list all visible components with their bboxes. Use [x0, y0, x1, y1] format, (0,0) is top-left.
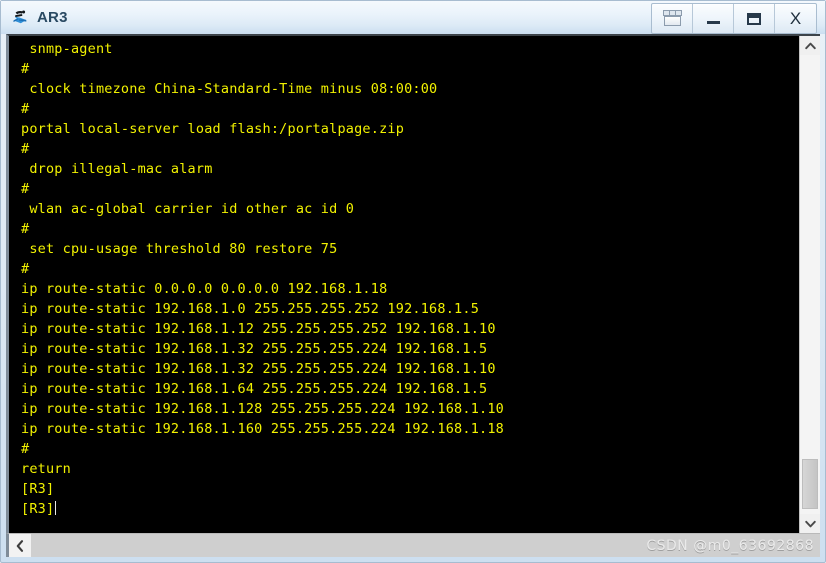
vertical-scroll-track[interactable]: [800, 55, 820, 514]
maximize-button[interactable]: [734, 4, 775, 33]
vertical-scrollbar[interactable]: [799, 36, 820, 533]
terminal-line: set cpu-usage threshold 80 restore 75: [21, 241, 338, 257]
scroll-up-button[interactable]: [800, 36, 820, 55]
watermark-text: CSDN @m0_63692868: [646, 537, 814, 554]
terminal-prompt-line[interactable]: [R3]: [11, 499, 799, 519]
window-title-bar[interactable]: AR3 X: [1, 1, 825, 34]
horizontal-scroll-track[interactable]: CSDN @m0_63692868: [32, 534, 820, 557]
terminal-window: AR3 X snmp-agent # clock timezone China-…: [0, 0, 826, 563]
minimize-button[interactable]: [693, 4, 734, 33]
terminal-line: ip route-static 192.168.1.160 255.255.25…: [21, 421, 505, 437]
terminal-line: ip route-static 192.168.1.12 255.255.255…: [21, 321, 496, 337]
terminal-line: ip route-static 192.168.1.128 255.255.25…: [21, 401, 505, 417]
text-cursor: [55, 501, 57, 515]
terminal-line: portal local-server load flash:/portalpa…: [21, 121, 405, 137]
terminal-prompt: [R3]: [21, 501, 55, 517]
terminal-line: #: [21, 441, 30, 457]
terminal-line: #: [21, 261, 30, 277]
terminal-line: ip route-static 192.168.1.0 255.255.255.…: [21, 301, 480, 317]
terminal-line: ip route-static 0.0.0.0 0.0.0.0 192.168.…: [21, 281, 388, 297]
terminal-line: ip route-static 192.168.1.32 255.255.255…: [21, 361, 496, 377]
terminal-output[interactable]: snmp-agent # clock timezone China-Standa…: [9, 36, 799, 533]
scroll-down-button[interactable]: [800, 514, 820, 533]
window-controls: X: [651, 3, 817, 34]
terminal-line: snmp-agent: [21, 41, 113, 57]
maximize-icon: [747, 12, 761, 25]
terminal-line: #: [21, 101, 30, 117]
minimize-icon: [706, 20, 720, 24]
tile-windows-icon: [662, 10, 682, 27]
terminal-line: return: [21, 461, 71, 477]
vertical-scroll-thumb[interactable]: [802, 458, 818, 510]
terminal-line: #: [21, 141, 30, 157]
terminal-line: [R3]: [21, 481, 55, 497]
client-area: snmp-agent # clock timezone China-Standa…: [6, 34, 820, 557]
terminal-line: #: [21, 181, 30, 197]
scroll-left-button[interactable]: [9, 534, 32, 557]
terminal-line: ip route-static 192.168.1.32 255.255.255…: [21, 341, 488, 357]
close-icon: X: [789, 9, 802, 28]
terminal-row: snmp-agent # clock timezone China-Standa…: [6, 34, 820, 533]
terminal-line: clock timezone China-Standard-Time minus…: [21, 81, 438, 97]
chevron-down-icon: [804, 520, 816, 527]
terminal-line: #: [21, 61, 30, 77]
terminal-line: ip route-static 192.168.1.64 255.255.255…: [21, 381, 488, 397]
router-icon: [10, 8, 30, 28]
window-title: AR3: [37, 9, 68, 26]
window-list-button[interactable]: [652, 4, 693, 33]
title-bar-left-group: AR3: [10, 8, 68, 28]
terminal-line: #: [21, 221, 30, 237]
terminal-line: wlan ac-global carrier id other ac id 0: [21, 201, 355, 217]
horizontal-scrollbar[interactable]: CSDN @m0_63692868: [6, 533, 820, 557]
close-button[interactable]: X: [775, 4, 816, 33]
chevron-left-icon: [16, 539, 24, 552]
chevron-up-icon: [804, 42, 816, 49]
terminal-line: drop illegal-mac alarm: [21, 161, 213, 177]
